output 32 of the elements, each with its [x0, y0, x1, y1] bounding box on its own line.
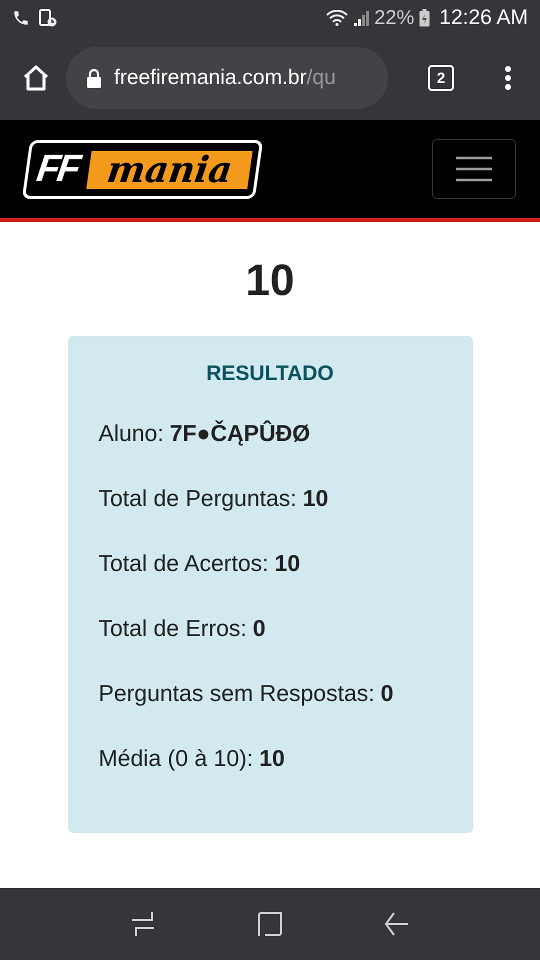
stat-label: Total de Erros: — [98, 615, 247, 643]
battery-icon — [419, 9, 430, 27]
url-text: freefiremania.com.br/qu — [114, 66, 336, 90]
stat-label: Aluno: — [98, 420, 164, 448]
score-heading: 10 — [246, 256, 294, 306]
result-title: RESULTADO — [205, 362, 335, 386]
stat-value: 0 — [380, 680, 394, 708]
stat-label: Média (0 à 10): — [98, 745, 254, 773]
signal-icon — [353, 10, 370, 26]
stat-label: Total de Perguntas: — [98, 485, 297, 513]
stat-label: Total de Acertos: — [98, 550, 269, 578]
home-icon[interactable] — [22, 64, 50, 92]
battery-percent: 22% — [374, 6, 414, 30]
tab-count-button[interactable]: 2 — [428, 65, 454, 91]
site-logo[interactable]: FF mania — [22, 140, 264, 198]
clock-time: 12:26 AM — [439, 6, 528, 30]
back-icon[interactable] — [384, 911, 410, 937]
phone-icon — [12, 9, 30, 27]
stat-value: 10 — [259, 745, 285, 773]
wifi-icon — [326, 10, 348, 26]
menu-button[interactable] — [432, 139, 516, 199]
more-menu-icon[interactable] — [504, 65, 512, 91]
device-clock-icon — [38, 8, 58, 28]
lock-icon — [86, 68, 102, 88]
menu-icon — [456, 156, 492, 182]
stat-value: 10 — [274, 550, 300, 578]
stat-value: 0 — [252, 615, 266, 643]
address-bar[interactable]: freefiremania.com.br/qu — [66, 47, 388, 109]
stat-value: 7F●ČĄPÛĐØ — [170, 420, 310, 448]
recent-apps-icon[interactable] — [130, 910, 156, 938]
stat-label: Perguntas sem Respostas: — [98, 680, 375, 708]
stat-value: 10 — [302, 485, 328, 513]
